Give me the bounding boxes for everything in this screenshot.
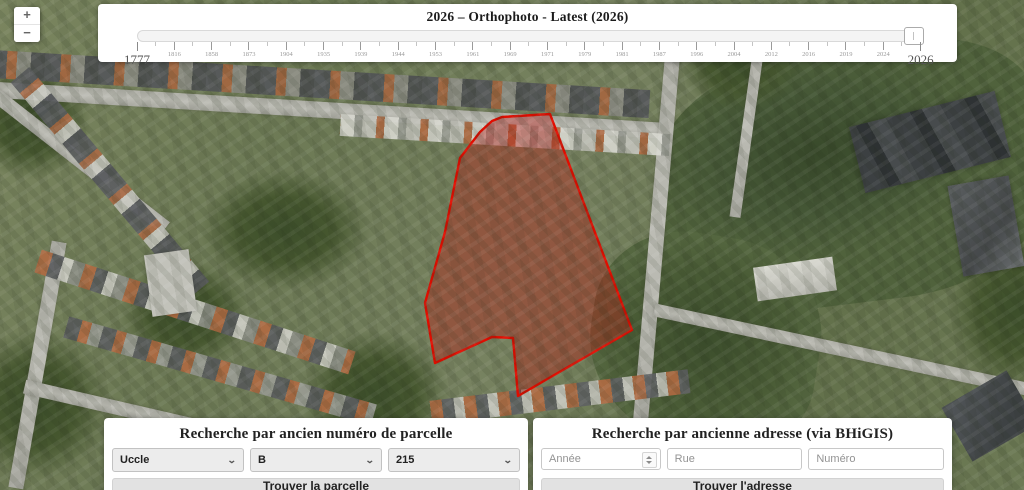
commune-select[interactable]: Uccle ⌄ bbox=[112, 448, 244, 472]
street-field[interactable] bbox=[667, 448, 803, 470]
map-building bbox=[849, 91, 1011, 193]
address-input-row bbox=[541, 448, 944, 470]
parcel-panel-title: Recherche par ancien numéro de parcelle bbox=[112, 426, 520, 443]
parcel-number-select[interactable]: 215 ⌄ bbox=[388, 448, 520, 472]
timeline-slider-track[interactable] bbox=[137, 30, 923, 42]
chevron-down-icon: ⌄ bbox=[365, 455, 375, 466]
map-road bbox=[8, 241, 66, 490]
map-houses bbox=[63, 316, 377, 425]
parcel-polygon bbox=[425, 114, 632, 396]
parcel-select-row: Uccle ⌄ B ⌄ 215 ⌄ bbox=[112, 448, 520, 472]
map-houses bbox=[11, 67, 209, 297]
map-houses bbox=[340, 114, 671, 156]
map-trees bbox=[200, 170, 370, 290]
timeline-title: 2026 – Orthophoto - Latest (2026) bbox=[98, 9, 957, 25]
map-road bbox=[653, 304, 1024, 400]
zoom-out-button[interactable]: − bbox=[14, 24, 40, 42]
map-building bbox=[947, 175, 1024, 276]
map-building bbox=[144, 249, 197, 317]
map-road bbox=[0, 81, 170, 234]
map-houses bbox=[430, 369, 691, 425]
zoom-in-button[interactable]: + bbox=[14, 7, 40, 24]
map-zoom-control: + − bbox=[14, 7, 40, 42]
number-field[interactable] bbox=[808, 448, 944, 470]
timeline-ticks: 1777181618581873190419351939194419531961… bbox=[137, 42, 921, 68]
chevron-down-icon: ⌄ bbox=[503, 455, 513, 466]
map-road bbox=[0, 81, 670, 139]
address-search-panel: Recherche par ancienne adresse (via BHiG… bbox=[533, 418, 952, 490]
parcel-polygon-layer bbox=[0, 0, 1024, 490]
year-field-wrap bbox=[541, 448, 661, 470]
timeline-bar: 2026 – Orthophoto - Latest (2026) 177718… bbox=[98, 4, 957, 62]
aerial-map[interactable] bbox=[0, 0, 1024, 490]
parcel-number-select-value: 215 bbox=[396, 454, 414, 466]
map-building bbox=[753, 257, 837, 302]
parcel-search-panel: Recherche par ancien numéro de parcelle … bbox=[104, 418, 528, 490]
find-parcel-button[interactable]: Trouver la parcelle bbox=[112, 478, 520, 490]
map-road bbox=[629, 35, 681, 465]
find-address-button[interactable]: Trouver l'adresse bbox=[541, 478, 944, 490]
map-pool bbox=[785, 279, 810, 293]
map-building bbox=[942, 370, 1024, 461]
map-trees bbox=[0, 60, 90, 180]
chevron-down-icon: ⌄ bbox=[227, 455, 237, 466]
map-park bbox=[641, 25, 1024, 326]
map-houses bbox=[34, 250, 355, 375]
commune-select-value: Uccle bbox=[120, 454, 149, 466]
address-panel-title: Recherche par ancienne adresse (via BHiG… bbox=[541, 426, 944, 443]
number-stepper-icon[interactable] bbox=[642, 452, 657, 468]
map-trees bbox=[950, 230, 1024, 390]
division-select-value: B bbox=[258, 454, 266, 466]
map-houses bbox=[887, 278, 1024, 409]
map-trees bbox=[120, 260, 250, 370]
division-select[interactable]: B ⌄ bbox=[250, 448, 382, 472]
map-trees bbox=[0, 330, 110, 480]
